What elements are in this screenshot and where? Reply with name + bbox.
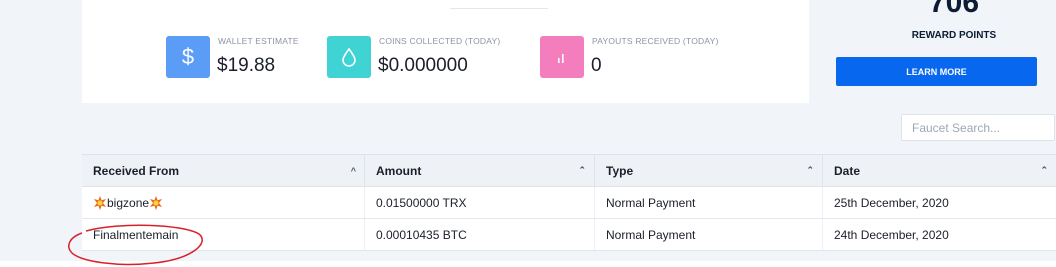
collision-icon	[94, 195, 106, 210]
table-row: bigzone 0.01500000 TRX Normal Payment 25…	[82, 187, 1056, 219]
column-header-type[interactable]: Type ⌃	[595, 155, 823, 186]
column-header-amount[interactable]: Amount ⌃	[365, 155, 595, 186]
header-label: Date	[834, 163, 861, 178]
wallet-stats-card: $ WALLET ESTIMATE $19.88 COINS COLLECTED…	[82, 0, 809, 103]
column-header-date[interactable]: Date ⌃	[823, 155, 1056, 186]
stat-label: COINS COLLECTED (TODAY)	[379, 36, 501, 46]
date-cell: 25th December, 2020	[834, 195, 949, 210]
sender-name: bigzone	[107, 195, 150, 210]
stat-value: 0	[591, 55, 602, 76]
type-cell: Normal Payment	[595, 187, 823, 218]
header-label: Type	[606, 163, 634, 178]
reward-points-value: 706	[928, 0, 980, 19]
header-label: Amount	[376, 163, 422, 178]
dollar-icon: $	[166, 36, 210, 78]
page-bottom	[0, 261, 1056, 267]
stat-value: $19.88	[217, 55, 276, 76]
date-cell: 24th December, 2020	[834, 227, 949, 242]
stat-label: PAYOUTS RECEIVED (TODAY)	[592, 36, 719, 46]
received-from-cell: bigzone	[82, 187, 365, 218]
column-header-received-from[interactable]: Received From ^	[82, 155, 365, 186]
sort-asc-icon[interactable]: ^	[351, 166, 356, 176]
collision-icon	[150, 195, 163, 210]
droplet-icon	[327, 36, 371, 78]
type-cell: Normal Payment	[595, 219, 823, 250]
stat-label: WALLET ESTIMATE	[218, 36, 299, 46]
reward-points-label: REWARD POINTS	[911, 30, 997, 41]
sort-icon[interactable]: ⌃	[578, 165, 586, 176]
faucet-search-input[interactable]	[901, 114, 1055, 141]
header-label: Received From	[93, 163, 180, 178]
learn-more-button[interactable]: LEARN MORE	[836, 57, 1037, 86]
payments-table: Received From ^ Amount ⌃ Type ⌃ Date ⌃ b…	[82, 154, 1056, 251]
bar-chart-icon	[540, 36, 584, 78]
table-row: Finalmentemain 0.00010435 BTC Normal Pay…	[82, 219, 1056, 251]
stat-value: $0.000000	[378, 55, 468, 76]
amount-cell: 0.01500000 TRX	[365, 187, 595, 218]
sort-icon[interactable]: ⌃	[1040, 165, 1048, 176]
received-from-cell: Finalmentemain	[82, 219, 365, 250]
amount-cell: 0.00010435 BTC	[365, 219, 595, 250]
sort-icon[interactable]: ⌃	[806, 165, 814, 176]
divider	[450, 8, 548, 9]
table-header: Received From ^ Amount ⌃ Type ⌃ Date ⌃	[82, 154, 1056, 187]
